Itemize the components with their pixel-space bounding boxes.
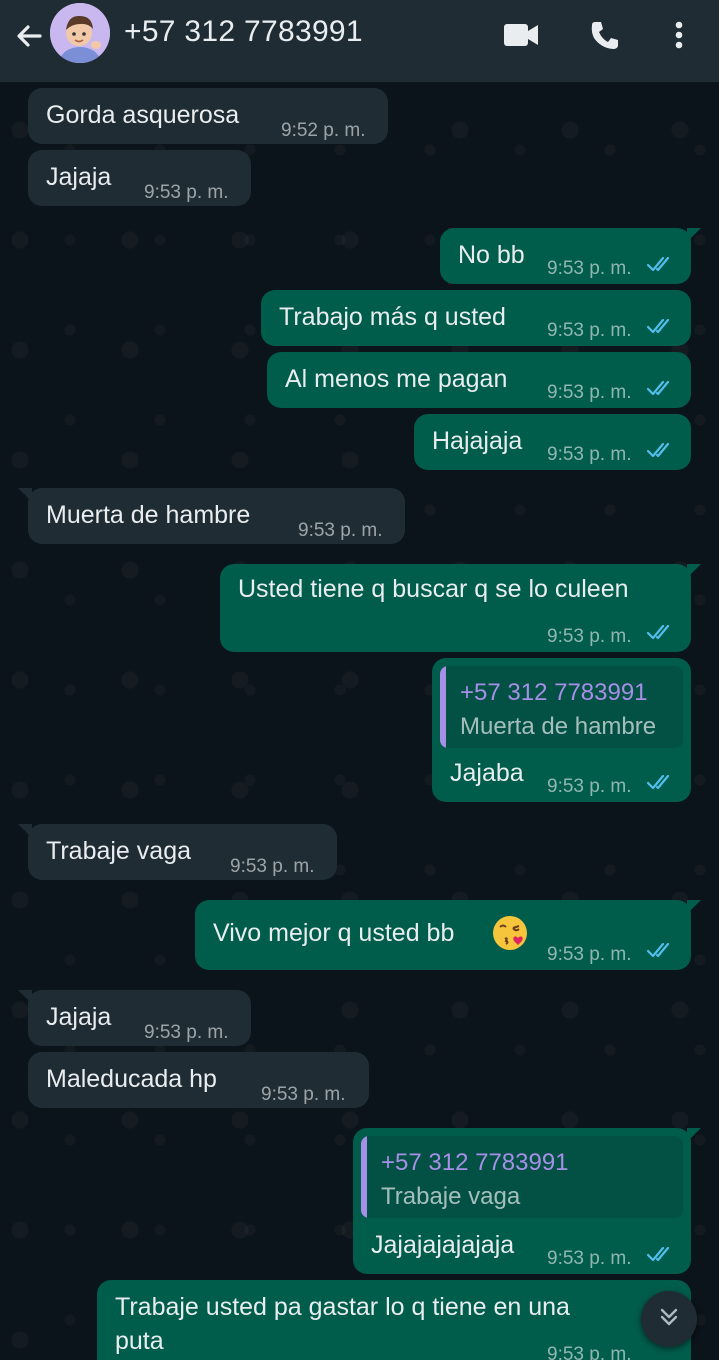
message-time: 9:53 p. m. xyxy=(547,626,632,647)
message-time: 9:52 p. m. xyxy=(281,120,366,141)
quote-bar xyxy=(440,666,446,748)
video-call-icon[interactable] xyxy=(501,17,541,53)
message-incoming[interactable]: Jajaja 9:53 p. m. xyxy=(18,990,251,1046)
message-text: Jajaja xyxy=(46,163,112,191)
back-arrow-icon[interactable] xyxy=(12,19,46,53)
message-time: 9:53 p. m. xyxy=(298,520,383,541)
message-time: 9:53 p. m. xyxy=(144,182,229,203)
double-check-icon xyxy=(646,442,670,458)
double-check-icon xyxy=(646,380,670,396)
message-text: No bb xyxy=(458,241,525,269)
message-time: 9:53 p. m. xyxy=(547,258,632,279)
quote-text: Trabaje vaga xyxy=(381,1183,521,1210)
message-time: 9:53 p. m. xyxy=(547,1248,632,1269)
message-incoming[interactable]: Maleducada hp 9:53 p. m. xyxy=(28,1052,369,1108)
message-outgoing[interactable]: Vivo mejor q usted bb 9:53 p. m. xyxy=(195,900,701,970)
scroll-down-icon xyxy=(655,1303,683,1336)
message-time: 9:53 p. m. xyxy=(547,444,632,465)
phone-icon[interactable] xyxy=(586,17,626,53)
message-time: 9:53 p. m. xyxy=(261,1084,346,1105)
message-incoming[interactable]: Trabaje vaga 9:53 p. m. xyxy=(18,824,337,880)
double-check-icon xyxy=(646,256,670,272)
message-incoming[interactable]: Muerta de hambre 9:53 p. m. xyxy=(18,488,405,544)
message-outgoing-reply[interactable]: +57 312 7783991 Muerta de hambre Jajaba … xyxy=(432,658,691,802)
scroll-down-button[interactable] xyxy=(641,1291,697,1347)
message-text: Vivo mejor q usted bb xyxy=(213,919,455,947)
message-time: 9:53 p. m. xyxy=(547,944,632,965)
message-outgoing[interactable]: Trabaje usted pa gastar lo q tiene en un… xyxy=(97,1280,691,1360)
message-incoming[interactable]: Gorda asquerosa 9:52 p. m. xyxy=(28,88,388,144)
message-text: Jajajajajajaja xyxy=(371,1231,515,1259)
double-check-icon xyxy=(646,774,670,790)
quote-bar xyxy=(361,1136,367,1218)
message-outgoing[interactable]: Hajajaja 9:53 p. m. xyxy=(414,414,691,470)
message-outgoing[interactable]: Al menos me pagan 9:53 p. m. xyxy=(267,352,691,408)
avatar[interactable] xyxy=(50,3,110,63)
message-text: Jajaba xyxy=(450,759,524,787)
message-text: Usted tiene q buscar q se lo culeen xyxy=(238,575,629,603)
message-outgoing[interactable]: No bb 9:53 p. m. xyxy=(440,228,701,284)
quoted-message[interactable]: +57 312 7783991 Muerta de hambre xyxy=(440,666,683,748)
kissing-face-emoji xyxy=(491,914,529,952)
message-time: 9:53 p. m. xyxy=(547,1344,632,1360)
double-check-icon xyxy=(646,942,670,958)
message-time: 9:53 p. m. xyxy=(547,320,632,341)
double-check-icon xyxy=(646,1246,670,1262)
message-outgoing[interactable]: Usted tiene q buscar q se lo culeen 9:53… xyxy=(220,564,701,652)
quote-sender: +57 312 7783991 xyxy=(381,1149,569,1176)
quote-text: Muerta de hambre xyxy=(460,713,657,740)
double-check-icon xyxy=(646,624,670,640)
message-text: Trabajo más q usted xyxy=(279,303,506,331)
message-outgoing[interactable]: Trabajo más q usted 9:53 p. m. xyxy=(261,290,691,346)
message-text-line-1: Trabaje usted pa gastar lo q tiene en un… xyxy=(115,1293,570,1321)
message-time: 9:53 p. m. xyxy=(144,1022,229,1043)
quote-sender: +57 312 7783991 xyxy=(460,679,648,706)
double-check-icon xyxy=(646,318,670,334)
message-text: Gorda asquerosa xyxy=(46,101,240,129)
message-outgoing-reply[interactable]: +57 312 7783991 Trabaje vaga Jajajajajaj… xyxy=(353,1128,701,1274)
more-options-icon[interactable] xyxy=(664,17,694,53)
message-text: Muerta de hambre xyxy=(46,501,251,529)
message-incoming[interactable]: Jajaja 9:53 p. m. xyxy=(28,150,251,206)
message-text: Jajaja xyxy=(46,1003,112,1031)
message-text-line-2: puta xyxy=(115,1327,164,1355)
message-time: 9:53 p. m. xyxy=(547,382,632,403)
chat-header: +57 312 7783991 xyxy=(0,0,719,82)
contact-name[interactable]: +57 312 7783991 xyxy=(124,15,363,49)
message-text: Hajajaja xyxy=(432,427,523,455)
message-time: 9:53 p. m. xyxy=(230,856,315,877)
message-list[interactable]: Gorda asquerosa 9:52 p. m. Jajaja 9:53 p… xyxy=(0,82,719,1360)
quoted-message[interactable]: +57 312 7783991 Trabaje vaga xyxy=(361,1136,683,1218)
message-text: Maleducada hp xyxy=(46,1065,217,1093)
message-text: Al menos me pagan xyxy=(285,365,508,393)
message-time: 9:53 p. m. xyxy=(547,776,632,797)
message-text: Trabaje vaga xyxy=(46,837,191,865)
